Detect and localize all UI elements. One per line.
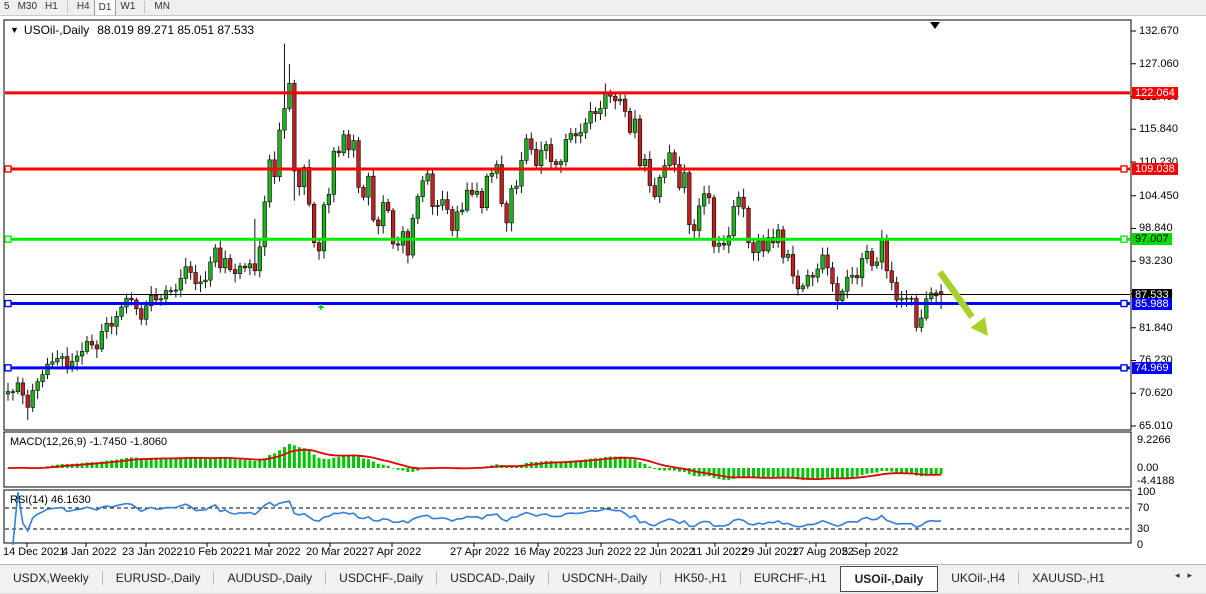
tab-hk50-h1[interactable]: HK50-,H1	[661, 565, 740, 590]
tab-eurusd-daily[interactable]: EURUSD-,Daily	[103, 565, 214, 590]
x-axis-date-label: 1 Mar 2022	[245, 546, 301, 558]
symbol-dropdown-icon[interactable]: ▼	[10, 25, 19, 35]
rsi-axis-label: 100	[1137, 487, 1155, 498]
rsi-axis-label: 0	[1137, 540, 1143, 551]
chart-symbol-label: USOil-,Daily	[24, 23, 89, 37]
rsi-pane	[4, 490, 1131, 543]
price-tag-74-969: 74.969	[1132, 362, 1172, 374]
tab-ukoil-h4[interactable]: UKOil-,H4	[938, 565, 1018, 590]
macd-label: MACD(12,26,9) -1.7450 -1.8060	[10, 436, 167, 448]
x-axis-date-label: 14 Dec 2021	[3, 546, 65, 558]
price-tag-85-988: 85.988	[1132, 298, 1172, 310]
x-axis-date-label: 7 Apr 2022	[368, 546, 421, 558]
tab-usdx-weekly[interactable]: USDX,Weekly	[0, 565, 102, 590]
x-axis-date-label: 27 Apr 2022	[450, 546, 509, 558]
x-axis-date-label: 5 Sep 2022	[842, 546, 898, 558]
tab-scroll-arrows: ◂▸	[1175, 570, 1200, 581]
chart-canvas	[0, 0, 1206, 592]
tab-scroll-left-icon[interactable]: ◂	[1175, 570, 1188, 580]
x-axis-date-label: 22 Jun 2022	[634, 546, 695, 558]
tab-xauusd-h1[interactable]: XAUUSD-,H1	[1019, 565, 1118, 590]
macd-axis-label: 0.00	[1137, 463, 1158, 474]
y-axis-tick-label: 93.230	[1139, 256, 1173, 267]
y-axis-tick-label: 70.620	[1139, 388, 1173, 399]
rsi-axis-label: 70	[1137, 503, 1149, 514]
x-axis-date-label: 23 Jan 2022	[122, 546, 183, 558]
y-axis-tick-label: 115.840	[1139, 124, 1178, 135]
rsi-axis-label: 30	[1137, 524, 1149, 535]
x-axis-date-label: 20 Mar 2022	[306, 546, 368, 558]
y-axis-tick-label: 81.840	[1139, 323, 1173, 334]
tab-usoil-daily[interactable]: USOil-,Daily	[840, 566, 939, 592]
y-axis-tick-label: 132.670	[1139, 26, 1179, 37]
tab-eurchf-h1[interactable]: EURCHF-,H1	[741, 565, 840, 590]
x-axis-date-label: 10 Feb 2022	[183, 546, 245, 558]
tab-usdcad-daily[interactable]: USDCAD-,Daily	[437, 565, 548, 590]
x-axis-date-label: 29 Jul 2022	[742, 546, 799, 558]
x-axis-date-label: 4 Jan 2022	[62, 546, 116, 558]
macd-axis-label: 9.2266	[1137, 435, 1171, 446]
x-axis-date-label: 3 Jun 2022	[577, 546, 631, 558]
x-axis-date-label: 16 May 2022	[514, 546, 578, 558]
tab-usdcnh-daily[interactable]: USDCNH-,Daily	[549, 565, 660, 590]
price-tag-122-064: 122.064	[1132, 87, 1178, 99]
chart-ohlc-values: 88.019 89.271 85.051 87.533	[97, 23, 254, 37]
price-tag-97-007: 97.007	[1132, 233, 1172, 245]
x-axis-date-label: 11 Jul 2022	[691, 546, 747, 558]
chart-title: ▼ USOil-,Daily 88.019 89.271 85.051 87.533	[10, 23, 254, 37]
tab-scroll-right-icon[interactable]: ▸	[1187, 570, 1200, 580]
y-axis-tick-label: 65.010	[1139, 421, 1173, 432]
macd-pane	[4, 432, 1131, 487]
tab-usdchf-daily[interactable]: USDCHF-,Daily	[326, 565, 436, 590]
y-axis-tick-label: 127.060	[1139, 59, 1179, 70]
y-axis-tick-label: 104.450	[1139, 191, 1179, 202]
rsi-label: RSI(14) 46.1630	[10, 494, 91, 506]
symbol-tab-bar: USDX,WeeklyEURUSD-,DailyAUDUSD-,DailyUSD…	[0, 564, 1206, 594]
tab-audusd-daily[interactable]: AUDUSD-,Daily	[214, 565, 325, 590]
price-tag-109-038: 109.038	[1132, 163, 1178, 175]
